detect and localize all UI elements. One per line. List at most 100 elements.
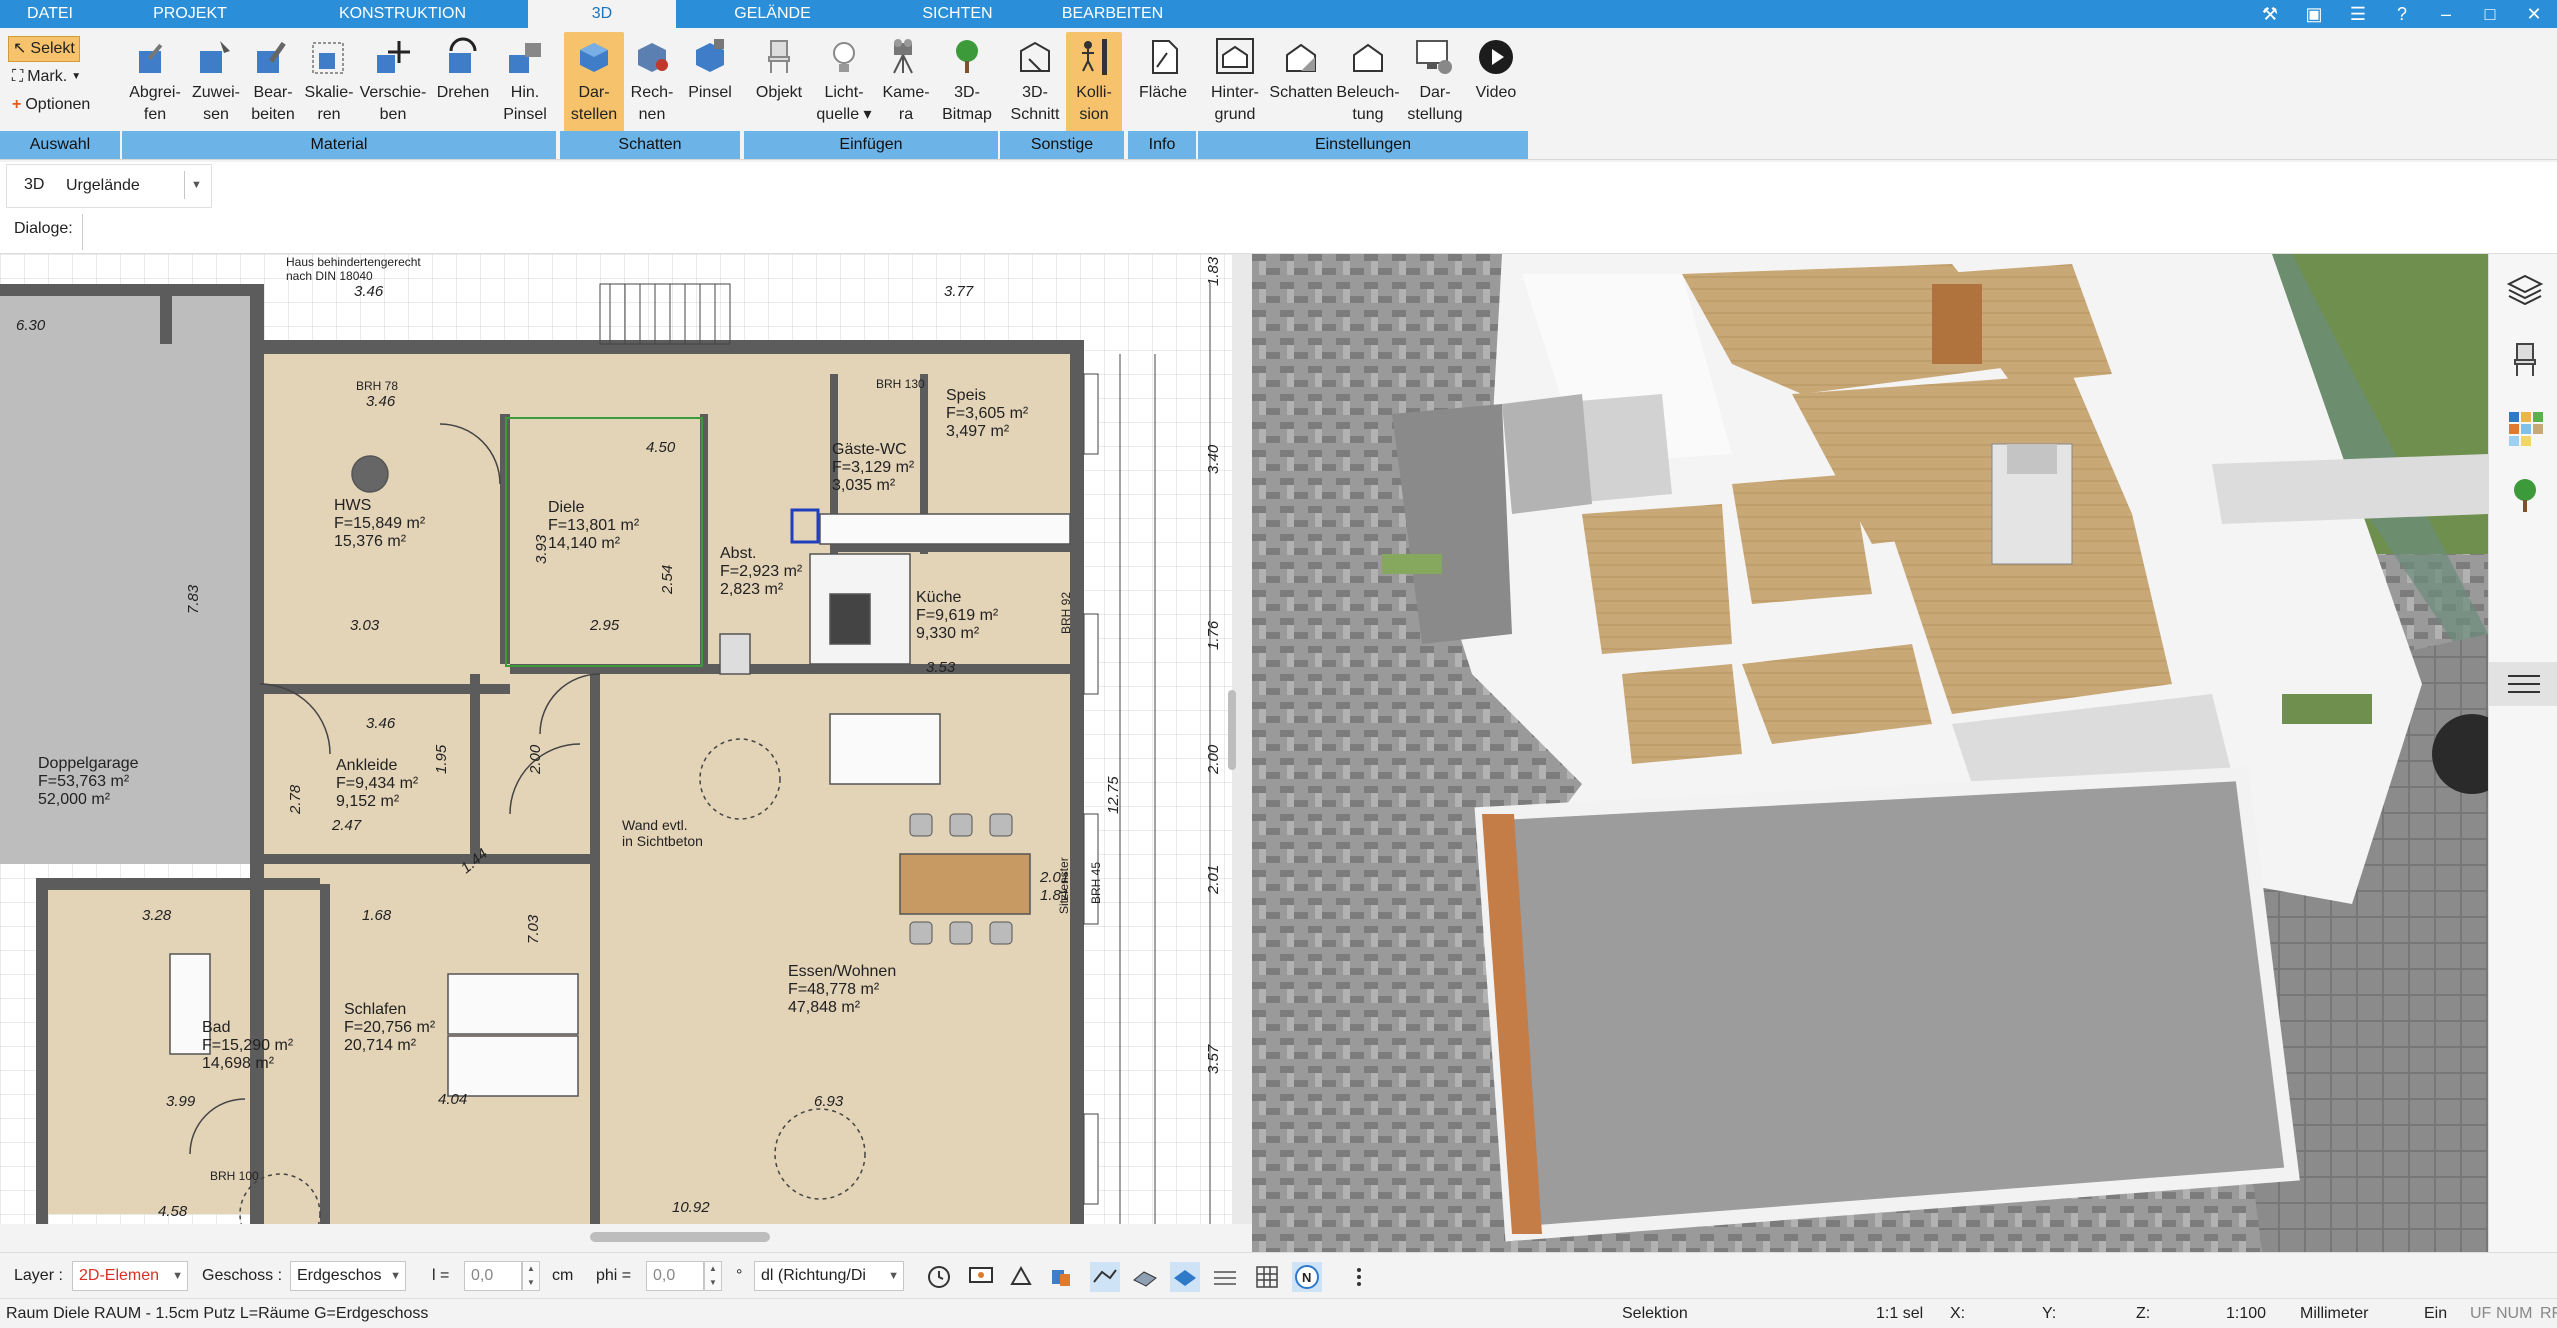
mark-tool[interactable]: ⛶ Mark. ▼ <box>8 64 85 90</box>
material-pick-button[interactable]: Abgrei-fen <box>124 32 186 140</box>
menu-icon[interactable] <box>2489 662 2557 706</box>
furniture-chair-icon[interactable] <box>2503 338 2547 382</box>
terrain-select[interactable]: Urgelände ▼ <box>58 171 208 201</box>
scroll-thumb[interactable] <box>590 1232 770 1242</box>
insert-object-button[interactable]: Objekt <box>748 32 810 140</box>
room-area2-ankleide: 9,152 m² <box>336 793 400 810</box>
material-edit-button[interactable]: Bear-beiten <box>246 32 300 140</box>
lighting-button[interactable]: Beleuch-tung <box>1334 32 1402 140</box>
dialog-label: Dialoge: <box>14 220 73 237</box>
storey-label: Geschoss : <box>202 1267 283 1284</box>
tab-3d[interactable]: 3D <box>528 0 676 28</box>
dim-text: 3.93 <box>533 534 550 564</box>
room-area-diele: F=13,801 m² <box>548 517 640 534</box>
angle-label: phi = <box>596 1267 632 1284</box>
3d-side-palette <box>2488 254 2557 1252</box>
material-brush-button[interactable]: Hin. Pinsel <box>498 32 552 140</box>
monitor-icon[interactable] <box>966 1262 996 1292</box>
tab-projekt[interactable]: PROJEKT <box>110 0 270 28</box>
group-label-einstellungen: Einstellungen <box>1198 131 1528 159</box>
options-tool[interactable]: + Optionen <box>8 92 94 118</box>
brush-icon <box>498 32 552 82</box>
house-bg-icon <box>1202 32 1268 82</box>
insert-camera-button[interactable]: Kame-ra <box>876 32 936 140</box>
folder-icon[interactable]: ▣ <box>2303 4 2325 25</box>
grid-icon[interactable] <box>1252 1262 1282 1292</box>
floor-plan-canvas[interactable]: HWS F=15,849 m² 15,376 m² Diele F=13,801… <box>0 254 1232 1224</box>
dim-text: 3.77 <box>944 283 974 300</box>
plan-vertical-scrollbar[interactable] <box>1228 690 1236 770</box>
objects-icon[interactable] <box>1046 1262 1076 1292</box>
selector-row: 3D Urgelände ▼ <box>0 162 2557 210</box>
minimize-icon[interactable]: – <box>2435 4 2457 25</box>
3d-view[interactable] <box>1252 254 2488 1252</box>
tab-bearbeiten[interactable]: BEARBEITEN <box>1040 0 1185 28</box>
dim-text: 7.03 <box>525 914 542 944</box>
north-icon[interactable]: N <box>1292 1262 1322 1292</box>
material-scale-button[interactable]: Skalie-ren <box>300 32 358 140</box>
dim-text: 3.46 <box>366 715 396 732</box>
lightbulb-icon <box>812 32 876 82</box>
chevron-down-icon: ▼ <box>390 1270 401 1282</box>
tab-sichten[interactable]: SICHTEN <box>880 0 1035 28</box>
background-button[interactable]: Hinter-grund <box>1202 32 1268 140</box>
tab-gelaende[interactable]: GELÄNDE <box>690 0 855 28</box>
more-icon[interactable] <box>1344 1262 1374 1292</box>
plan-note: nach DIN 18040 <box>286 269 373 283</box>
floor-plan-view[interactable]: HWS F=15,849 m² 15,376 m² Diele F=13,801… <box>0 254 1232 1224</box>
layer-select[interactable]: 2D-Elemen ▼ <box>72 1261 188 1291</box>
plan-horizontal-scrollbar[interactable] <box>0 1224 1232 1252</box>
style-icon[interactable]: ☰ <box>2347 4 2369 25</box>
length-input[interactable]: 0,0 <box>464 1261 522 1291</box>
tools-icon[interactable]: ⚒ <box>2259 4 2281 25</box>
tab-konstruktion[interactable]: KONSTRUKTION <box>295 0 510 28</box>
room-area-doppelgarage: F=53,763 m² <box>38 773 130 790</box>
lines-icon[interactable] <box>1210 1262 1240 1292</box>
angle-stepper[interactable]: ▲ ▼ <box>704 1261 722 1291</box>
direction-select[interactable]: dl (Richtung/Di ▼ <box>754 1261 904 1291</box>
room-area-ankleide: F=9,434 m² <box>336 775 419 792</box>
layers-icon[interactable] <box>2503 270 2547 314</box>
render-icon[interactable] <box>1006 1262 1036 1292</box>
collision-button[interactable]: Kolli-sion <box>1066 32 1122 140</box>
shadow-show-button[interactable]: Dar-stellen <box>564 32 624 140</box>
room-area-bad: F=15,290 m² <box>202 1037 294 1054</box>
clock-icon[interactable] <box>924 1262 954 1292</box>
storey-select[interactable]: Erdgeschos ▼ <box>290 1261 406 1291</box>
help-icon[interactable]: ? <box>2391 4 2413 25</box>
insert-light-button[interactable]: Licht-quelle ▾ <box>812 32 876 140</box>
plan-note: BRH 130 <box>876 377 925 391</box>
material-move-button[interactable]: Verschie-ben <box>358 32 428 140</box>
plant-tree-icon[interactable] <box>2503 474 2547 518</box>
maximize-icon[interactable]: □ <box>2479 4 2501 25</box>
shadow-calc-button[interactable]: Rech-nen <box>624 32 680 140</box>
material-palette-icon[interactable] <box>2503 406 2547 450</box>
close-icon[interactable]: ✕ <box>2523 4 2545 25</box>
video-button[interactable]: Video <box>1468 32 1524 140</box>
status-uf: UF <box>2470 1305 2492 1322</box>
dim-text: 4.50 <box>646 439 676 456</box>
dim-text: 3.46 <box>366 393 396 410</box>
shadow-settings-button[interactable]: Schatten <box>1268 32 1334 140</box>
tab-datei[interactable]: DATEI <box>0 0 100 28</box>
material-assign-button[interactable]: Zuwei-sen <box>186 32 246 140</box>
status-rf: RF <box>2540 1305 2557 1322</box>
wall-view-icon[interactable] <box>1090 1262 1120 1292</box>
dim-text: 1.68 <box>362 907 392 924</box>
3d-section-button[interactable]: 3D- Schnitt <box>1004 32 1066 140</box>
menu-bar: DATEI PROJEKT KONSTRUKTION 3D GELÄNDE SI… <box>0 0 2557 28</box>
angle-input[interactable]: 0,0 <box>646 1261 704 1291</box>
length-stepper[interactable]: ▲ ▼ <box>522 1261 540 1291</box>
insert-bitmap-button[interactable]: 3D- Bitmap <box>936 32 998 140</box>
3d-canvas[interactable] <box>1252 254 2488 1252</box>
select-tool[interactable]: ↖ Selekt <box>8 36 80 62</box>
plan-note: Wand evtl. <box>622 817 688 833</box>
area-button[interactable]: Fläche <box>1132 32 1194 140</box>
terrain-icon[interactable] <box>1130 1262 1160 1292</box>
display-settings-button[interactable]: Dar-stellung <box>1402 32 1468 140</box>
floor-icon[interactable] <box>1170 1262 1200 1292</box>
material-rotate-button[interactable]: Drehen <box>428 32 498 140</box>
cube-shadow-icon <box>564 32 624 82</box>
shadow-brush-button[interactable]: Pinsel <box>680 32 740 140</box>
status-scale: 1:100 <box>2226 1305 2267 1322</box>
